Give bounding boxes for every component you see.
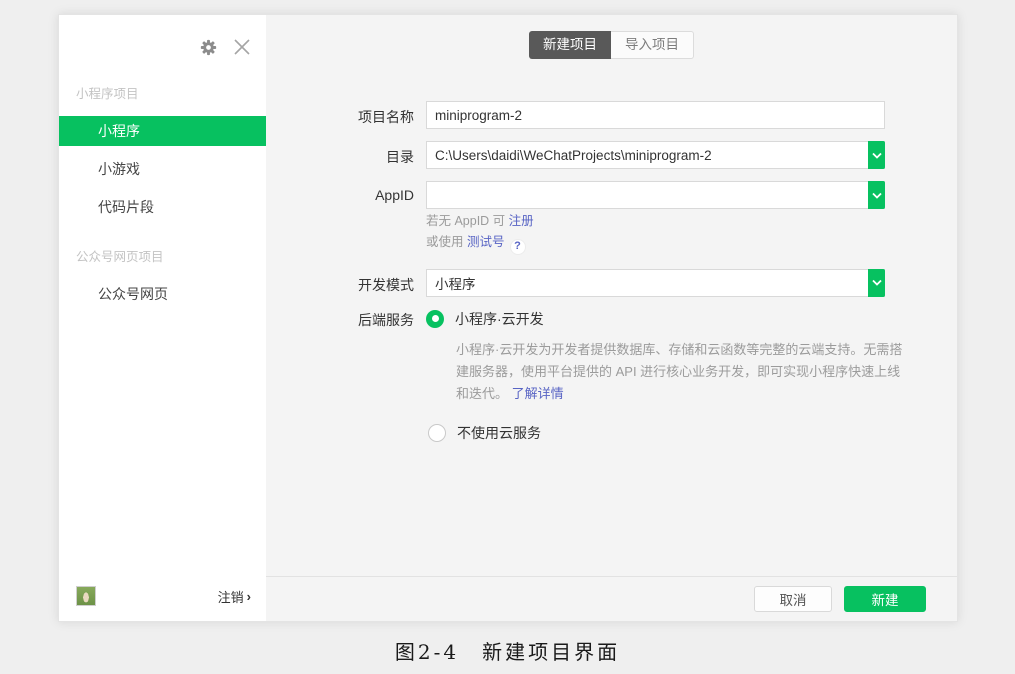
appid-dropdown-button[interactable] bbox=[868, 181, 885, 209]
sidebar-section-official-account: 公众号网页项目 bbox=[76, 246, 266, 265]
dev-mode-row: 开发模式 bbox=[266, 269, 957, 297]
logout-label: 注销 bbox=[218, 587, 244, 606]
dev-mode-dropdown-button[interactable] bbox=[868, 269, 885, 297]
sidebar-item-miniprogram[interactable]: 小程序 bbox=[59, 116, 266, 146]
chevron-down-icon bbox=[872, 279, 882, 286]
radio-selected-icon bbox=[426, 310, 444, 328]
register-link[interactable]: 注册 bbox=[509, 214, 534, 228]
tab-bar: 新建项目 导入项目 bbox=[266, 15, 957, 59]
chevron-down-icon bbox=[872, 152, 882, 159]
sidebar-item-official-webpage[interactable]: 公众号网页 bbox=[59, 279, 266, 309]
figure-caption: 图2-4 新建项目界面 bbox=[0, 636, 1015, 665]
appid-label: AppID bbox=[266, 181, 414, 209]
main-panel: 新建项目 导入项目 项目名称 目录 bbox=[266, 15, 957, 621]
project-name-row: 项目名称 bbox=[266, 101, 957, 129]
sidebar-topbar bbox=[59, 15, 266, 59]
radio-unselected-icon bbox=[428, 424, 446, 442]
appid-helper-line2: 或使用 测试号? bbox=[426, 232, 957, 255]
directory-label: 目录 bbox=[266, 141, 414, 169]
learn-more-link[interactable]: 了解详情 bbox=[512, 386, 564, 401]
chevron-down-icon bbox=[872, 192, 882, 199]
new-project-dialog: 小程序项目 小程序 小游戏 代码片段 公众号网页项目 公众号网页 注销 › 新建… bbox=[58, 14, 958, 622]
project-type-sidebar: 小程序项目 小程序 小游戏 代码片段 公众号网页项目 公众号网页 注销 › bbox=[59, 15, 266, 621]
cancel-button[interactable]: 取消 bbox=[754, 586, 832, 612]
appid-row: AppID bbox=[266, 181, 957, 209]
backend-service-label: 后端服务 bbox=[266, 309, 414, 443]
project-name-input[interactable] bbox=[426, 101, 885, 129]
directory-row: 目录 bbox=[266, 141, 957, 169]
radio-cloud-dev-label: 小程序·云开发 bbox=[455, 309, 544, 329]
project-name-label: 项目名称 bbox=[266, 101, 414, 129]
logout-link[interactable]: 注销 › bbox=[218, 587, 251, 606]
appid-helper-line1: 若无 AppID 可 注册 bbox=[426, 211, 957, 232]
dev-mode-select[interactable] bbox=[426, 269, 885, 297]
cloud-dev-description: 小程序·云开发为开发者提供数据库、存储和云函数等完整的云端支持。无需搭建服务器，… bbox=[456, 339, 908, 405]
sidebar-section-miniprogram: 小程序项目 bbox=[76, 83, 266, 102]
new-project-form: 项目名称 目录 AppID bbox=[266, 101, 957, 443]
backend-service-row: 后端服务 小程序·云开发 小程序·云开发为开发者提供数据库、存储和云函数等完整的… bbox=[266, 309, 957, 443]
create-button[interactable]: 新建 bbox=[844, 586, 926, 612]
help-question-icon[interactable]: ? bbox=[510, 239, 526, 255]
close-icon[interactable] bbox=[232, 37, 252, 57]
directory-dropdown-button[interactable] bbox=[868, 141, 885, 169]
sidebar-bottom-bar: 注销 › bbox=[59, 579, 266, 621]
user-avatar[interactable] bbox=[76, 586, 96, 606]
radio-no-cloud-label: 不使用云服务 bbox=[457, 423, 541, 443]
sidebar-item-minigame[interactable]: 小游戏 bbox=[59, 154, 266, 184]
appid-input[interactable] bbox=[426, 181, 885, 209]
radio-cloud-dev[interactable]: 小程序·云开发 bbox=[426, 309, 896, 329]
sidebar-item-code-snippet[interactable]: 代码片段 bbox=[59, 192, 266, 222]
dev-mode-label: 开发模式 bbox=[266, 269, 414, 297]
appid-helper: 若无 AppID 可 注册 或使用 测试号? bbox=[426, 211, 957, 255]
chevron-right-icon: › bbox=[247, 589, 251, 604]
directory-input[interactable] bbox=[426, 141, 885, 169]
dialog-footer: 取消 新建 bbox=[266, 576, 957, 621]
tab-new-project[interactable]: 新建项目 bbox=[529, 31, 611, 59]
test-account-link[interactable]: 测试号 bbox=[467, 235, 505, 249]
settings-gear-icon[interactable] bbox=[198, 37, 218, 57]
tab-import-project[interactable]: 导入项目 bbox=[611, 31, 694, 59]
radio-no-cloud[interactable]: 不使用云服务 bbox=[428, 423, 896, 443]
